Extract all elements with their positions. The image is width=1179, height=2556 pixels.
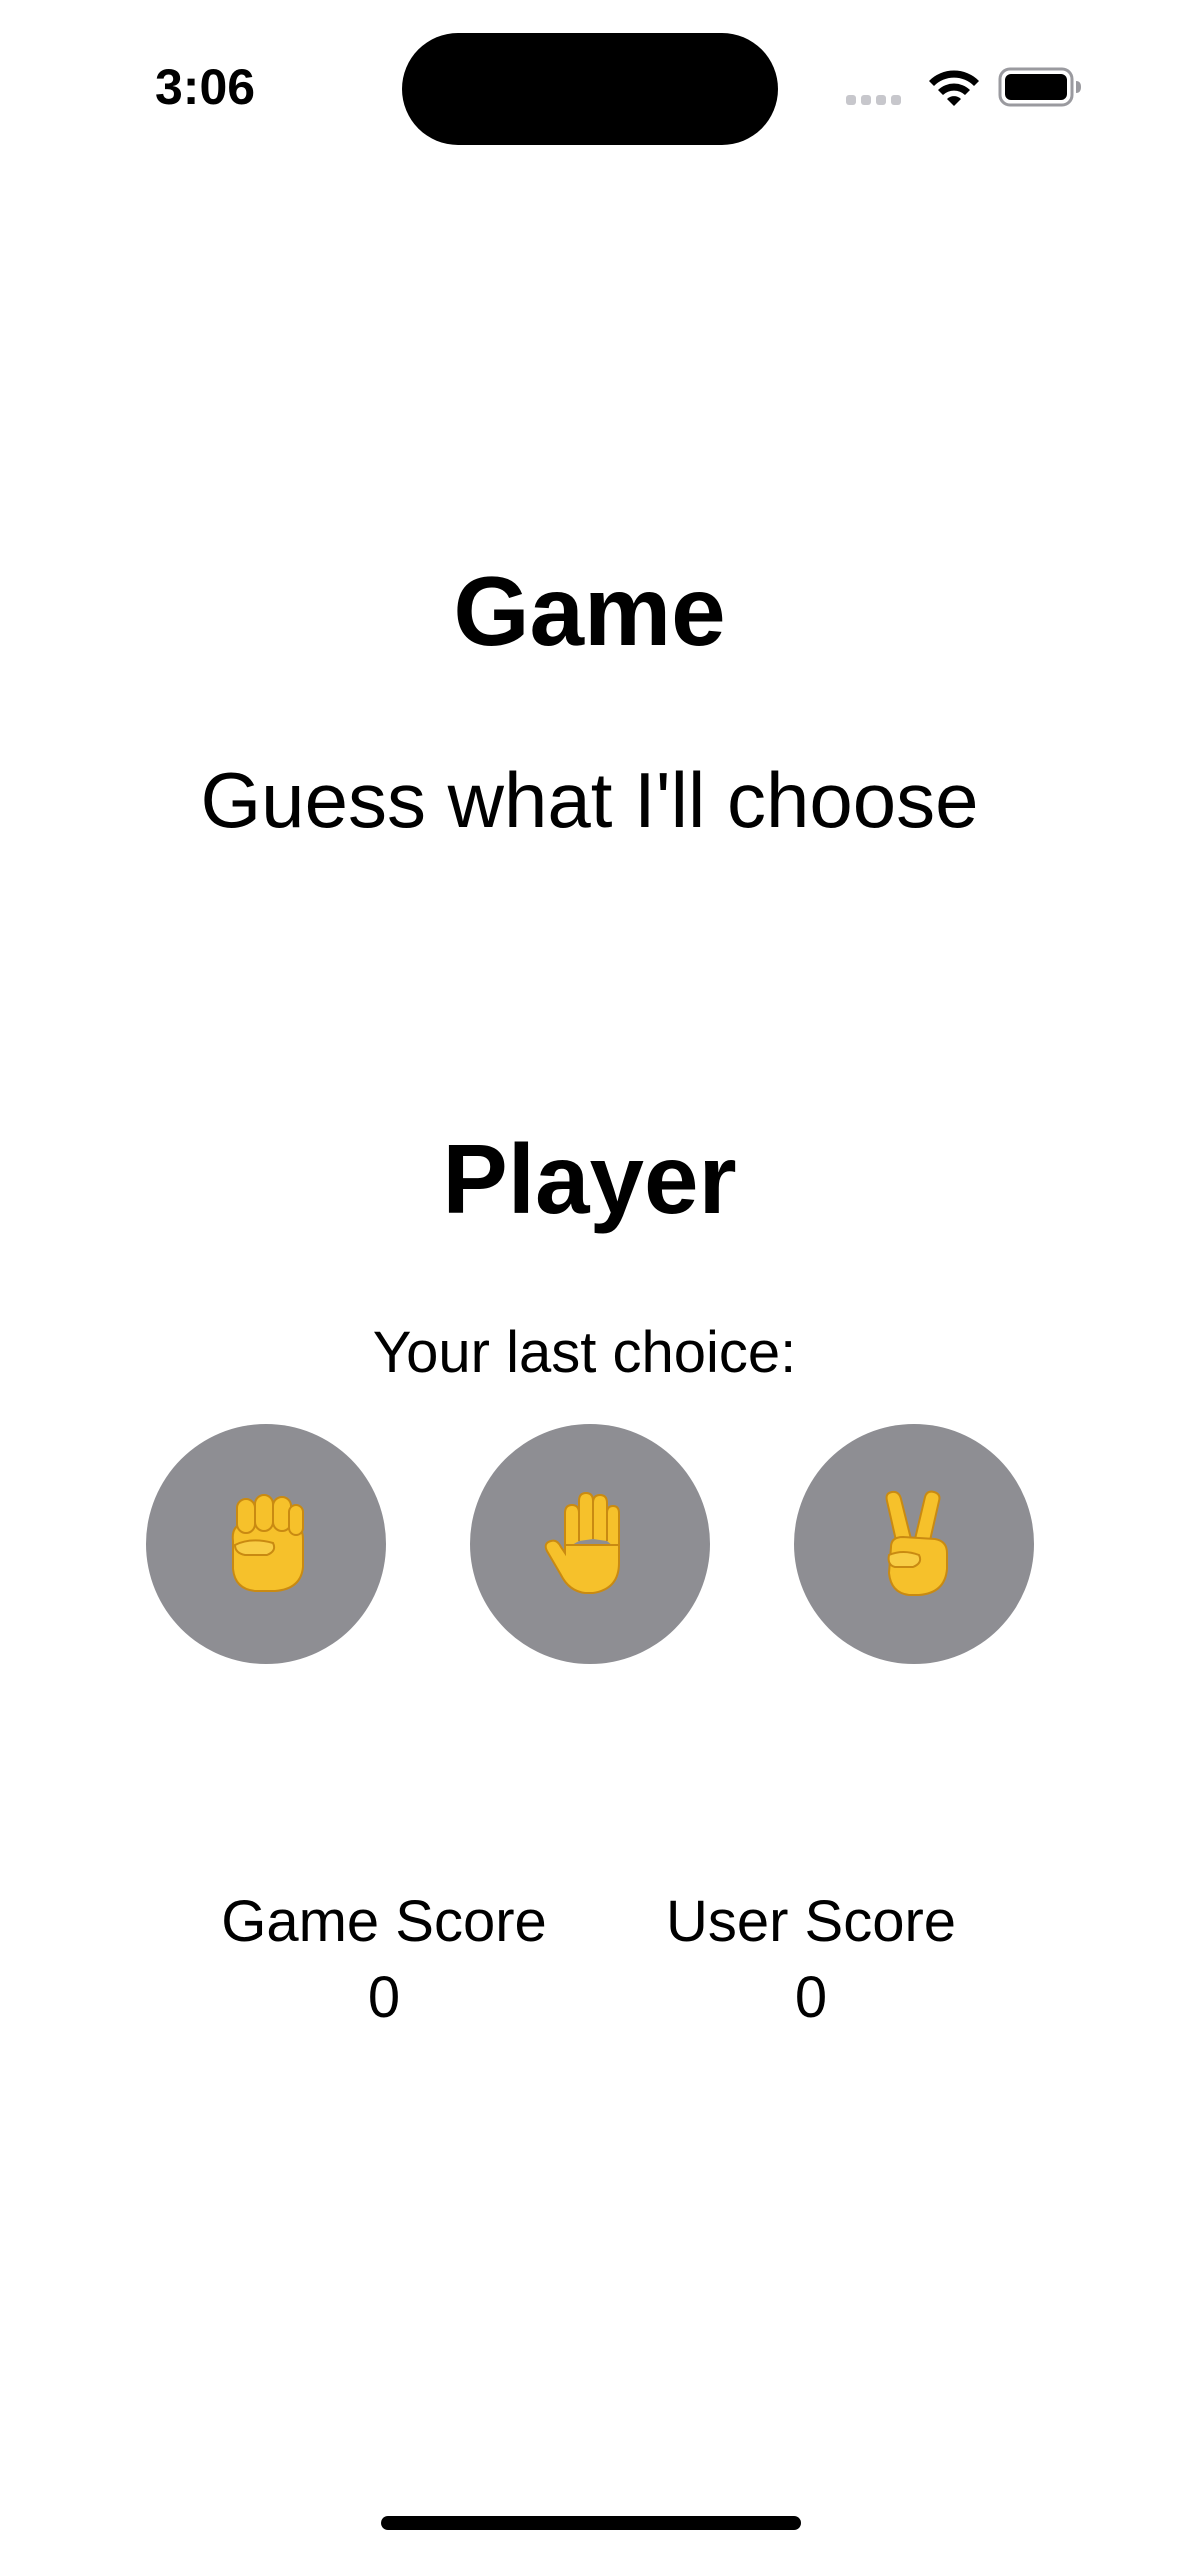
user-score-label: User Score: [665, 1889, 957, 1954]
raised-hand-icon: [544, 1491, 620, 1594]
wifi-icon: [929, 70, 979, 106]
battery-icon: [998, 67, 1081, 107]
raised-fist-icon: [231, 1494, 304, 1592]
status-time: 3:06: [155, 59, 256, 115]
game-prompt: Guess what I'll choose: [200, 756, 979, 844]
home-indicator[interactable]: [381, 2516, 801, 2530]
last-choice-label: Your last choice:: [372, 1320, 797, 1385]
scissors-button[interactable]: [794, 1424, 1034, 1664]
paper-button[interactable]: [470, 1424, 710, 1664]
user-score: User Score 0: [601, 1886, 1021, 2034]
game-score-label: Game Score: [221, 1889, 547, 1954]
player-title: Player: [442, 1124, 737, 1234]
dynamic-island: [402, 33, 778, 145]
victory-hand-icon: [885, 1490, 948, 1596]
game-score: Game Score 0: [174, 1886, 594, 2034]
game-title: Game: [453, 556, 726, 666]
user-score-value: 0: [794, 1965, 828, 2030]
cellular-dots-icon: [846, 95, 901, 105]
game-score-value: 0: [367, 1965, 401, 2030]
rock-button[interactable]: [146, 1424, 386, 1664]
